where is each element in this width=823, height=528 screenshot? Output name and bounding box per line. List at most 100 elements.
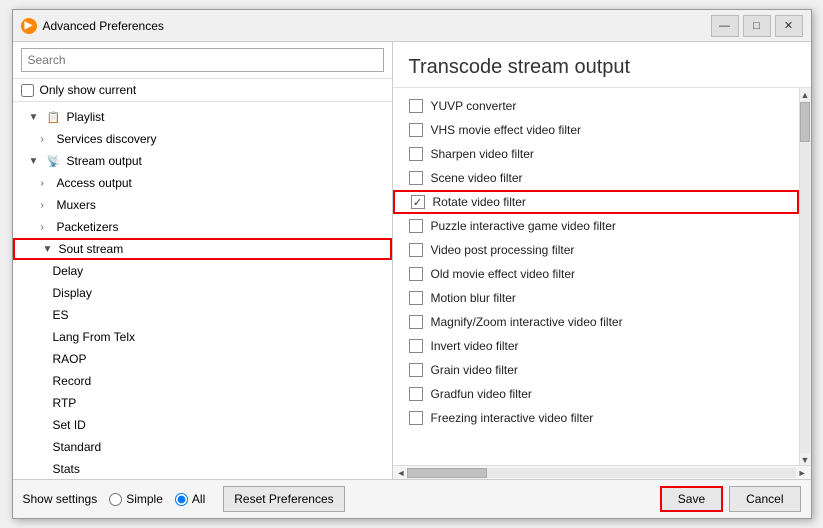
close-button[interactable]: ✕	[775, 15, 803, 37]
tree-item-raop[interactable]: RAOP	[13, 348, 392, 370]
option-row-invert[interactable]: Invert video filter	[393, 334, 799, 358]
right-scrollbar[interactable]: ▲ ▼	[799, 88, 811, 465]
tree-label-playlist: Playlist	[67, 110, 105, 124]
search-input[interactable]	[21, 48, 384, 72]
tree-item-es[interactable]: ES	[13, 304, 392, 326]
option-row-yuvp[interactable]: YUVP converter	[393, 94, 799, 118]
maximize-button[interactable]: □	[743, 15, 771, 37]
tree-label-stream: Stream output	[67, 154, 142, 168]
radio-all-input[interactable]	[175, 493, 188, 506]
option-label-puzzle: Puzzle interactive game video filter	[431, 219, 616, 233]
radio-group: Simple All	[109, 492, 205, 506]
scroll-right-arrow[interactable]: ►	[798, 468, 807, 478]
title-bar: ▶ Advanced Preferences — □ ✕	[13, 10, 811, 42]
checkbox-motion-blur[interactable]	[409, 291, 423, 305]
tree-item-record[interactable]: Record	[13, 370, 392, 392]
horizontal-scrollbar[interactable]: ◄ ►	[393, 465, 811, 479]
scroll-thumb[interactable]	[800, 102, 810, 142]
checkbox-scene[interactable]	[409, 171, 423, 185]
tree-item-sout-stream[interactable]: ▼ Sout stream	[13, 238, 392, 260]
option-row-vpp[interactable]: Video post processing filter	[393, 238, 799, 262]
reset-preferences-button[interactable]: Reset Preferences	[223, 486, 344, 512]
checkbox-yuvp[interactable]	[409, 99, 423, 113]
tree-label-es: ES	[53, 308, 69, 322]
main-window: ▶ Advanced Preferences — □ ✕ Only show c…	[12, 9, 812, 519]
checkbox-sharpen[interactable]	[409, 147, 423, 161]
option-row-rotate[interactable]: Rotate video filter	[393, 190, 799, 214]
option-row-sharpen[interactable]: Sharpen video filter	[393, 142, 799, 166]
tree-item-stream-output[interactable]: ▼ 📡 Stream output	[13, 150, 392, 172]
tree-label-standard: Standard	[53, 440, 102, 454]
tree-item-playlist[interactable]: ▼ 📋 Playlist	[13, 106, 392, 128]
option-label-grain: Grain video filter	[431, 363, 518, 377]
tree-item-standard[interactable]: Standard	[13, 436, 392, 458]
checkbox-freezing[interactable]	[409, 411, 423, 425]
save-button[interactable]: Save	[660, 486, 723, 512]
expand-icon-stream: ▼	[29, 156, 45, 167]
cancel-button[interactable]: Cancel	[729, 486, 800, 512]
expand-icon-playlist: ▼	[29, 112, 45, 123]
option-row-old-movie[interactable]: Old movie effect video filter	[393, 262, 799, 286]
checkbox-magnify[interactable]	[409, 315, 423, 329]
tree-label-display: Display	[53, 286, 92, 300]
bottom-bar: Show settings Simple All Reset Preferenc…	[13, 479, 811, 518]
option-row-gradfun[interactable]: Gradfun video filter	[393, 382, 799, 406]
tree-item-services-discovery[interactable]: › Services discovery	[13, 128, 392, 150]
tree-label-record: Record	[53, 374, 92, 388]
option-row-freezing[interactable]: Freezing interactive video filter	[393, 406, 799, 430]
option-row-vhs[interactable]: VHS movie effect video filter	[393, 118, 799, 142]
tree-label-lang: Lang From Telx	[53, 330, 135, 344]
checkbox-vhs[interactable]	[409, 123, 423, 137]
tree-item-lang-from-telx[interactable]: Lang From Telx	[13, 326, 392, 348]
checkbox-gradfun[interactable]	[409, 387, 423, 401]
checkbox-rotate[interactable]	[411, 195, 425, 209]
option-row-motion-blur[interactable]: Motion blur filter	[393, 286, 799, 310]
option-row-puzzle[interactable]: Puzzle interactive game video filter	[393, 214, 799, 238]
expand-icon-packetizers: ›	[41, 222, 57, 233]
radio-all[interactable]: All	[175, 492, 205, 506]
checkbox-grain[interactable]	[409, 363, 423, 377]
tree-item-rtp[interactable]: RTP	[13, 392, 392, 414]
window-controls: — □ ✕	[711, 15, 803, 37]
show-settings-label: Show settings	[23, 492, 98, 506]
option-label-yuvp: YUVP converter	[431, 99, 517, 113]
option-row-scene[interactable]: Scene video filter	[393, 166, 799, 190]
option-label-vhs: VHS movie effect video filter	[431, 123, 582, 137]
only-show-current-label: Only show current	[40, 83, 137, 97]
checkbox-invert[interactable]	[409, 339, 423, 353]
option-row-magnify[interactable]: Magnify/Zoom interactive video filter	[393, 310, 799, 334]
radio-simple-input[interactable]	[109, 493, 122, 506]
tree-item-stats[interactable]: Stats	[13, 458, 392, 479]
scroll-up-arrow[interactable]: ▲	[801, 90, 810, 100]
tree-item-packetizers[interactable]: › Packetizers	[13, 216, 392, 238]
option-label-invert: Invert video filter	[431, 339, 519, 353]
scroll-down-arrow[interactable]: ▼	[801, 455, 810, 465]
scroll-left-arrow[interactable]: ◄	[397, 468, 406, 478]
option-label-freezing: Freezing interactive video filter	[431, 411, 594, 425]
tree-area[interactable]: ▼ 📋 Playlist › Services discovery ▼ 📡 St…	[13, 102, 392, 479]
tree-item-access-output[interactable]: › Access output	[13, 172, 392, 194]
checkbox-vpp[interactable]	[409, 243, 423, 257]
tree-label-services: Services discovery	[57, 132, 157, 146]
options-area: YUVP converter VHS movie effect video fi…	[393, 88, 799, 465]
h-scroll-thumb[interactable]	[407, 468, 487, 478]
app-icon: ▶	[21, 18, 37, 34]
expand-icon-muxers: ›	[41, 200, 57, 211]
option-row-grain[interactable]: Grain video filter	[393, 358, 799, 382]
radio-simple[interactable]: Simple	[109, 492, 163, 506]
tree-item-set-id[interactable]: Set ID	[13, 414, 392, 436]
checkbox-old-movie[interactable]	[409, 267, 423, 281]
checkbox-puzzle[interactable]	[409, 219, 423, 233]
main-content: Only show current ▼ 📋 Playlist › Service…	[13, 42, 811, 479]
expand-icon-services: ›	[41, 134, 57, 145]
tree-item-muxers[interactable]: › Muxers	[13, 194, 392, 216]
tree-item-display[interactable]: Display	[13, 282, 392, 304]
minimize-button[interactable]: —	[711, 15, 739, 37]
tree-label-muxers: Muxers	[57, 198, 96, 212]
expand-icon-access: ›	[41, 178, 57, 189]
tree-label-packetizers: Packetizers	[57, 220, 119, 234]
section-title: Transcode stream output	[393, 42, 811, 88]
only-show-current-checkbox[interactable]	[21, 84, 34, 97]
tree-item-delay[interactable]: Delay	[13, 260, 392, 282]
tree-label-delay: Delay	[53, 264, 84, 278]
